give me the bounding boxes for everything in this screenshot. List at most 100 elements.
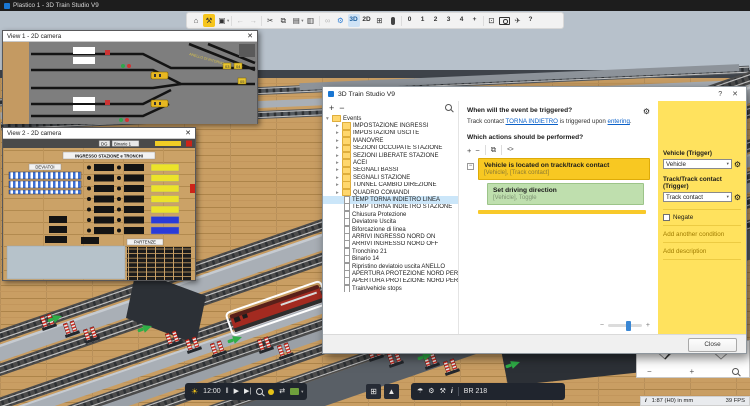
globe-icon[interactable] (268, 389, 274, 395)
daylight-sun-icon[interactable]: ☀ (191, 387, 198, 396)
shuffle-button[interactable]: ⇄ (279, 388, 285, 395)
save-dropdown-chevron[interactable]: ▾ (227, 18, 229, 24)
track-gear-icon[interactable]: ⚙ (734, 193, 741, 202)
grid-button[interactable]: ⊞ (374, 14, 386, 27)
view2-titlebar[interactable]: View 2 - 2D camera ✕ (3, 128, 195, 139)
properties-wrench-button[interactable]: ⚙ (335, 14, 347, 27)
speed-mode-indicator[interactable] (290, 388, 299, 395)
tree-item[interactable]: Chiusura Protezione (323, 211, 458, 218)
code-view-button[interactable]: <> (507, 147, 513, 153)
view1-close-icon[interactable]: ✕ (247, 32, 253, 40)
dialog-close-icon[interactable]: ✕ (729, 90, 741, 98)
redo-button[interactable]: → (247, 14, 259, 27)
settings-gear-icon[interactable]: ⚙ (428, 388, 434, 395)
tree-item[interactable]: ▸ IMPOSTAZIONE INGRESSI (323, 122, 458, 129)
layer-4-button[interactable]: 4 (456, 14, 468, 27)
layer-1-button[interactable]: 1 (417, 14, 429, 27)
step-button[interactable]: ▶| (244, 388, 251, 395)
locate-loco-icon[interactable] (732, 368, 739, 375)
binario-select[interactable]: Binario 1 (114, 141, 132, 146)
selected-loco-label[interactable]: BR 218 (464, 388, 487, 395)
collapse-condition-icon[interactable]: − (467, 163, 474, 170)
search-icon[interactable] (445, 104, 452, 111)
zoom-in-button[interactable]: + (646, 322, 650, 329)
speed-plus-button[interactable]: + (690, 367, 695, 376)
cut-button[interactable]: ✂ (264, 14, 276, 27)
tree-item[interactable]: Biforcazione di linea (323, 226, 458, 233)
copy-button[interactable]: ⧉ (277, 14, 289, 27)
add-event-button[interactable]: + (329, 103, 334, 113)
dg-button[interactable]: DG (101, 141, 108, 146)
rocket-button[interactable]: ✈ (512, 14, 524, 27)
dialog-help-button[interactable]: ? (715, 91, 725, 98)
link-button[interactable]: ∞ (322, 14, 334, 27)
train-marker[interactable] (151, 100, 168, 107)
vehicle-gear-icon[interactable]: ⚙ (734, 160, 741, 169)
zoom-slider-track[interactable] (608, 324, 642, 327)
tree-item[interactable]: Train/vehicle stops (323, 285, 458, 292)
home-button[interactable]: ⌂ (190, 14, 202, 27)
mode-3d-button[interactable]: 3D (348, 14, 360, 27)
tree-item[interactable]: APERTURA PROTEZIONE NORD PER TRONCO (323, 278, 458, 285)
add-condition-link[interactable]: Add another condition (663, 226, 741, 243)
tree-item[interactable]: APERTURA PROTEZIONE NORD PER STAZIONE (323, 270, 458, 277)
tree-item[interactable]: ▸ MANOVRE (323, 137, 458, 144)
close-button[interactable]: Close (688, 338, 737, 352)
entering-link[interactable]: entering (608, 118, 630, 125)
help-button[interactable]: ? (525, 14, 537, 27)
zoom-out-button[interactable]: − (600, 322, 604, 329)
negate-checkbox[interactable] (663, 214, 670, 221)
delete-button[interactable]: ▥ (305, 14, 317, 27)
windows-button[interactable]: ⊡ (486, 14, 498, 27)
zoom-slider-handle[interactable] (626, 321, 631, 331)
track-contact-link[interactable]: TORNA INDIETRO (506, 118, 558, 125)
tree-item[interactable]: TEMP TORNA INDIETRO LINEA (323, 196, 458, 203)
layer-2-button[interactable]: 2 (430, 14, 442, 27)
stop-button[interactable] (186, 141, 192, 147)
condition-card[interactable]: Vehicle is located on track/track contac… (478, 158, 650, 180)
train-marker[interactable] (151, 72, 168, 79)
track-contact-select[interactable]: Track contact ▾ (663, 192, 732, 202)
undo-button[interactable]: ← (234, 14, 246, 27)
construction-tools-button[interactable]: ⚒ (203, 14, 215, 27)
tree-item[interactable]: ▸ IMPOSTAZIONI USCITE (323, 130, 458, 137)
tree-item[interactable]: ▸ SEGNALI STAZIONE (323, 174, 458, 181)
view1-canvas[interactable]: 03 04 05 ANELLO DI RITORNO (3, 42, 257, 124)
trigger-settings-gear-icon[interactable]: ⚙ (643, 107, 650, 116)
tree-item[interactable]: Tronchino 21 (323, 248, 458, 255)
view1-titlebar[interactable]: View 1 - 2D camera ✕ (3, 31, 257, 42)
remove-event-button[interactable]: − (339, 103, 344, 113)
sim-time[interactable]: 12:00 (203, 388, 221, 395)
add-description-link[interactable]: Add description (663, 243, 741, 260)
tree-item[interactable]: ▸ SEGNALI BASSI (323, 167, 458, 174)
pause-button[interactable]: ‖ (226, 388, 229, 395)
tree-item[interactable]: TEMP TORNA INDIETRO STAZIONE (323, 204, 458, 211)
tree-item[interactable]: ▸ QUADRO COMANDI (323, 189, 458, 196)
paste-dropdown-chevron[interactable]: ▾ (301, 18, 303, 24)
tree-item[interactable]: ARRIVI INGRESSO NORD ON (323, 233, 458, 240)
tree-item[interactable]: ▾ Events (323, 115, 458, 122)
departures-grid[interactable] (127, 247, 191, 280)
terrain-view-button[interactable]: ▲ (384, 384, 399, 399)
camera-button[interactable] (499, 14, 511, 27)
tree-item[interactable]: Binario 14 (323, 255, 458, 262)
tree-item[interactable]: ▸ SEZIONI OCCUPATE STAZIONE (323, 145, 458, 152)
info-icon[interactable]: i (645, 398, 647, 404)
tree-item[interactable]: ▸ TUNNEL CAMBIO DIREZIONE (323, 182, 458, 189)
environment-icon[interactable]: ☂ (417, 388, 423, 395)
yellow-slider[interactable] (155, 141, 181, 146)
lamp-button[interactable] (387, 14, 399, 27)
speed-minus-button[interactable]: − (647, 367, 652, 376)
vehicle-select[interactable]: Vehicle ▾ (663, 159, 732, 169)
tree-item[interactable]: ▸ ACEI (323, 159, 458, 166)
tree-item[interactable]: ARRIVI INGRESSO NORD OFF (323, 241, 458, 248)
remove-action-button[interactable]: − (475, 146, 479, 155)
view2-canvas[interactable]: DG Binario 1 INGRESSO STAZIONE e TRONCHI… (3, 139, 195, 280)
play-button[interactable]: ▶ (234, 388, 239, 395)
tools-icon[interactable]: ⚒ (440, 388, 446, 395)
layer-0-button[interactable]: 0 (404, 14, 416, 27)
tree-item[interactable]: Deviatore Uscita (323, 218, 458, 225)
action-card[interactable]: Set driving direction [Vehicle], Toggle (487, 183, 644, 205)
view2-close-icon[interactable]: ✕ (185, 129, 191, 137)
zoom-icon[interactable] (256, 388, 263, 395)
